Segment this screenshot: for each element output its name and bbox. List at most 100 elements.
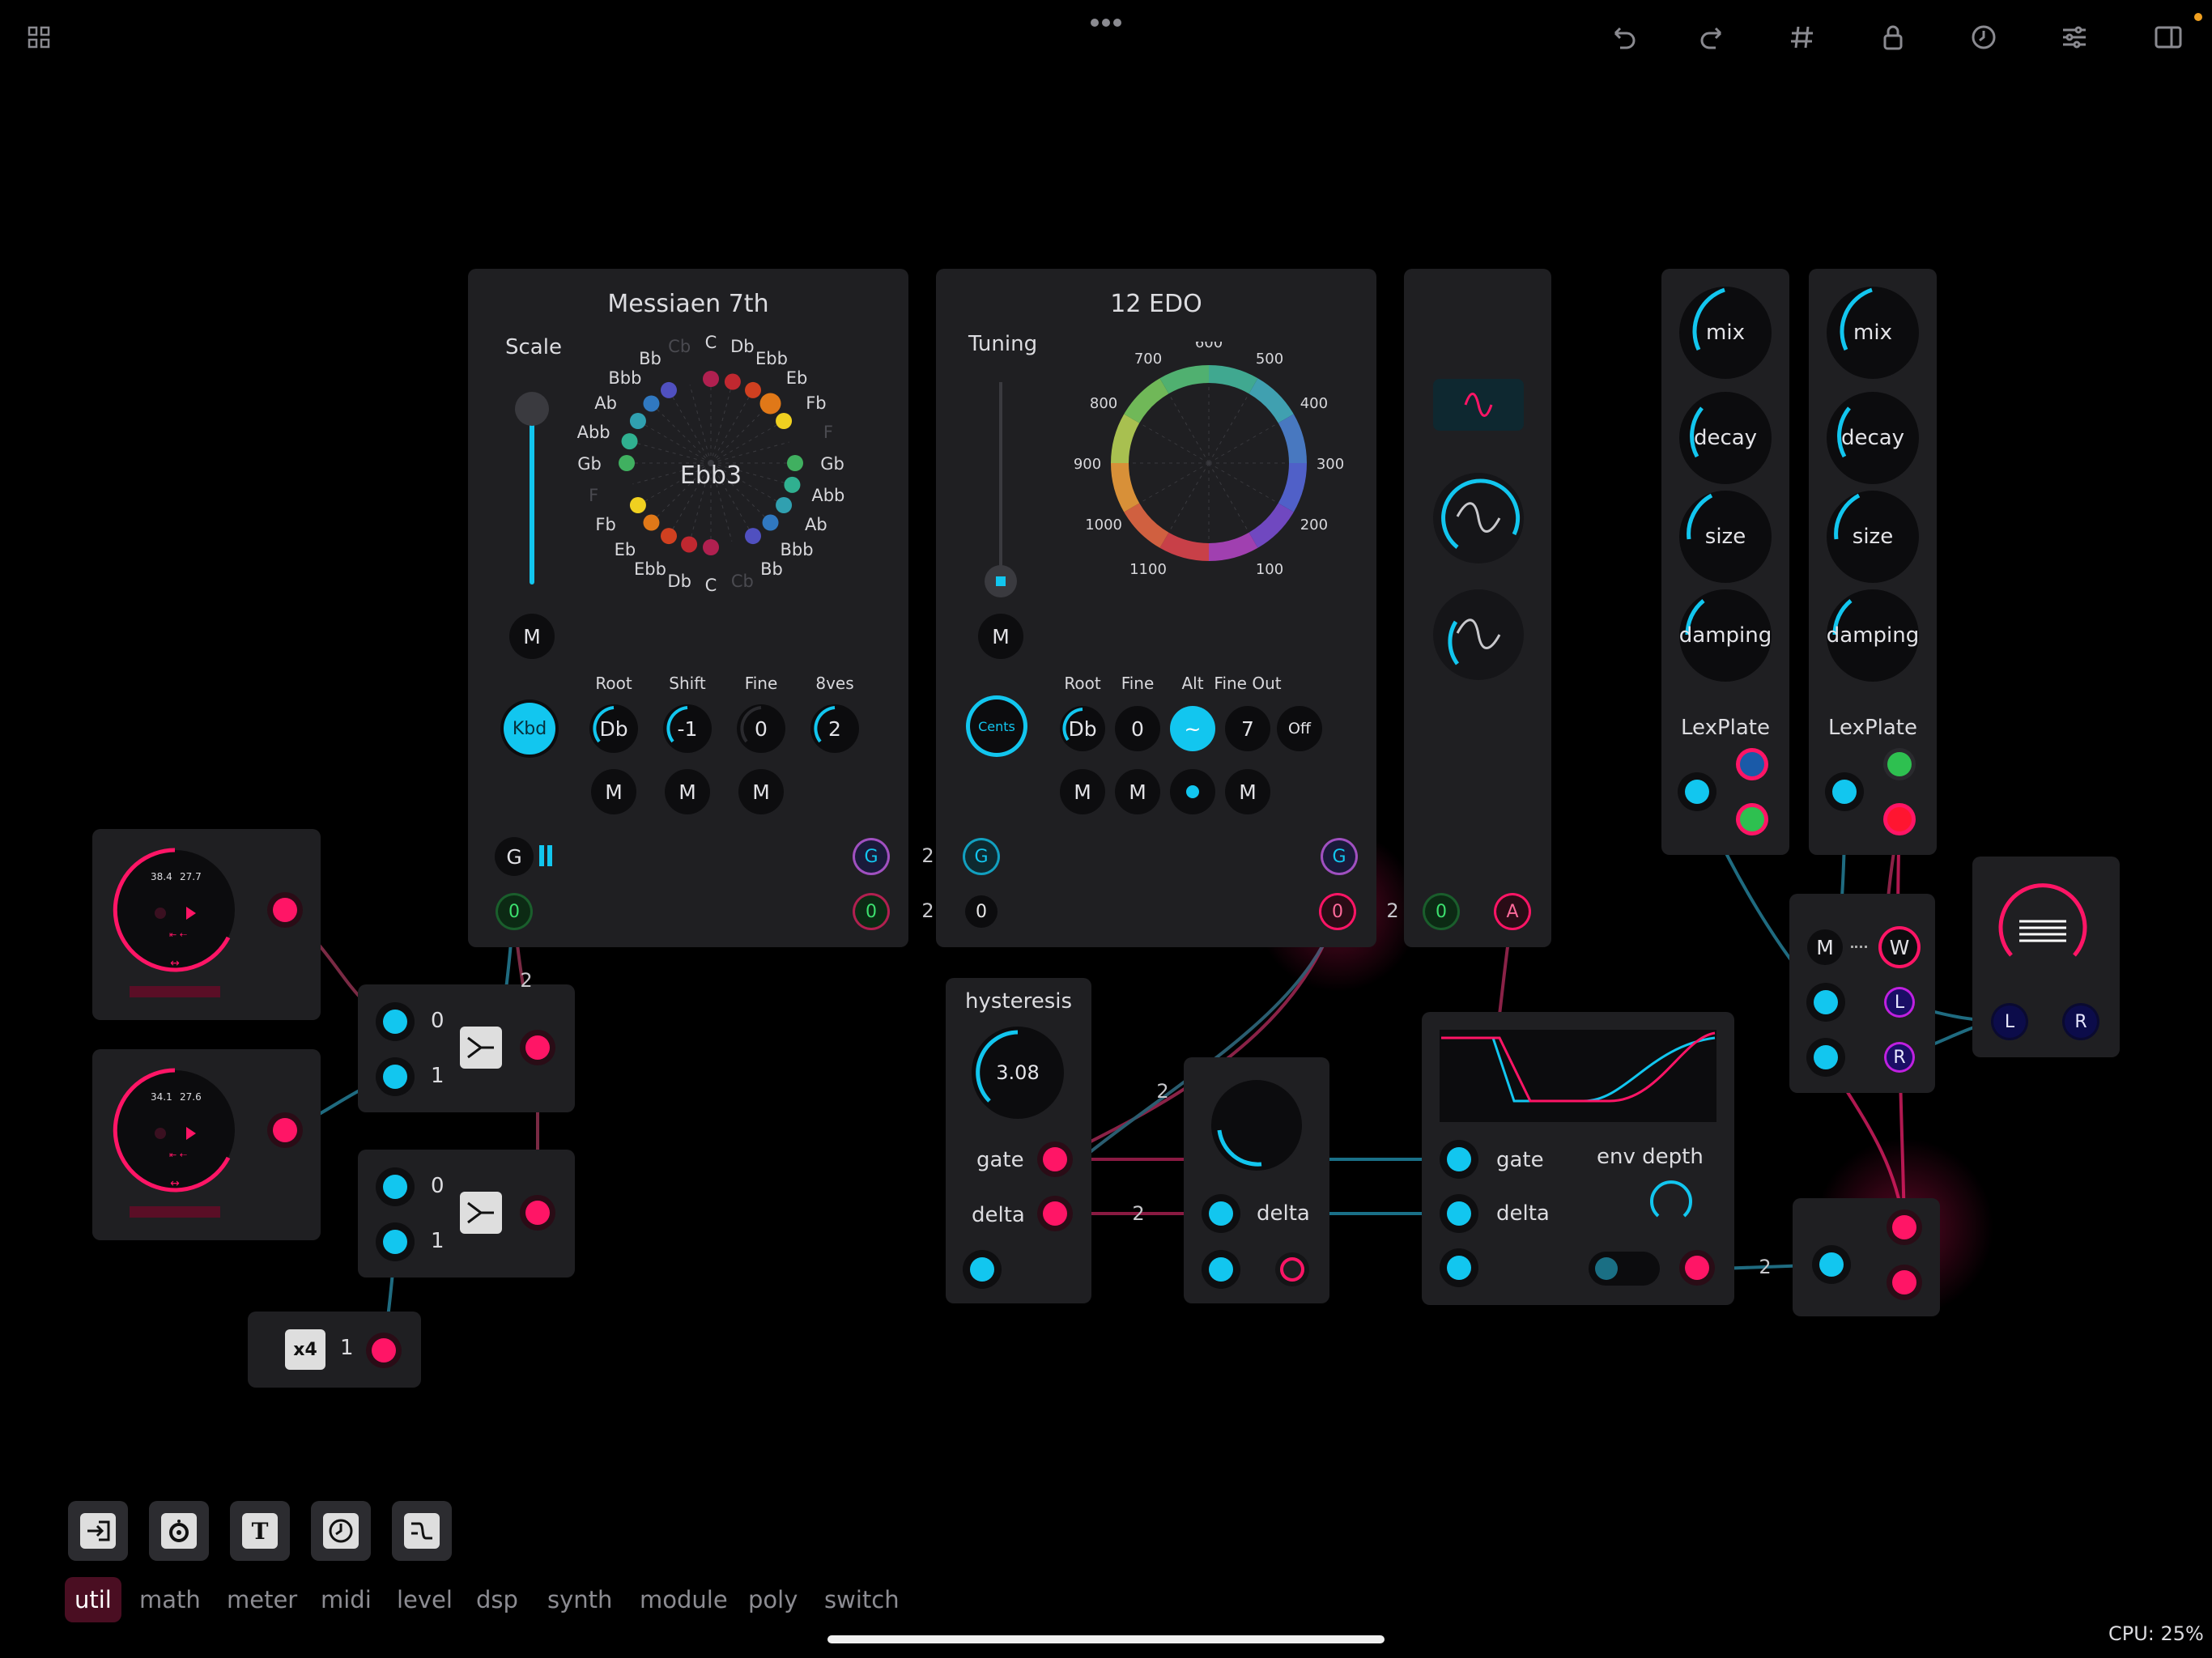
reverb-out-r-port[interactable] [1740, 807, 1764, 831]
reverb-in-port[interactable] [1685, 780, 1709, 804]
scale-module[interactable]: Messiaen 7th Scale M C Db Ebb Eb Fb F Gb Abb Ab B… [468, 269, 908, 947]
freq-knob[interactable] [1433, 473, 1524, 563]
note-dot[interactable] [619, 455, 635, 471]
reverb-out-l-port[interactable] [1887, 752, 1912, 776]
undo-icon[interactable] [1600, 15, 1645, 60]
fine-m-button[interactable]: M [738, 769, 784, 814]
cents-segment[interactable] [1208, 365, 1258, 394]
reverb-in-port[interactable] [1832, 780, 1857, 804]
audio-output-module[interactable]: L R [1972, 857, 2120, 1057]
mixer-m-button[interactable]: M [1807, 929, 1843, 965]
cents-segment[interactable] [1249, 378, 1294, 423]
splitter-module[interactable] [1793, 1198, 1940, 1316]
merge-out-port[interactable] [525, 1201, 550, 1225]
note-dot[interactable] [745, 528, 761, 545]
merge-in1-port[interactable] [383, 1065, 407, 1089]
reverb-out-l-port[interactable] [1740, 752, 1764, 776]
mixer-in2-port[interactable] [1814, 1045, 1838, 1069]
note-dot[interactable] [776, 413, 793, 429]
tool-speaker[interactable] [149, 1501, 209, 1561]
hysteresis-in-port[interactable] [970, 1257, 994, 1282]
note-dot[interactable] [661, 528, 677, 545]
tab-level[interactable]: level [397, 1577, 453, 1622]
player-module-2[interactable]: ⇤ ⇠ ↔ 34.1 27.6 [92, 1049, 321, 1240]
scale-out-node[interactable]: 0 [498, 895, 530, 928]
mixer-in1-port[interactable] [1814, 990, 1838, 1014]
lock-icon[interactable] [1870, 15, 1916, 60]
merge-in0-port[interactable] [383, 1175, 407, 1199]
tool-input[interactable] [68, 1501, 128, 1561]
delta-out-port[interactable] [1280, 1257, 1304, 1282]
reverb-decay-knob[interactable]: decay [1679, 392, 1772, 484]
note-dot[interactable] [776, 497, 793, 513]
tuning-ctrl-knob[interactable]: 0 [1115, 706, 1160, 751]
tuning-fine-m-button[interactable]: M [1115, 769, 1160, 814]
envelope-module[interactable]: gate delta env depth [1422, 1012, 1734, 1305]
note-dot[interactable] [762, 514, 779, 531]
osc-a-out-node[interactable]: A [1496, 895, 1529, 928]
cents-segment[interactable] [1111, 414, 1140, 464]
reverb-size-knob[interactable]: size [1827, 491, 1919, 583]
output-r-port[interactable]: R [2065, 1005, 2097, 1038]
cents-segment[interactable] [1159, 365, 1210, 394]
tuning-ctrl-knob[interactable]: Off [1277, 706, 1322, 751]
env-in-port[interactable] [1447, 1256, 1471, 1280]
scale-slider-thumb[interactable] [515, 392, 549, 426]
scale-g-out-node[interactable]: G [855, 840, 887, 873]
tab-util[interactable]: util [65, 1577, 121, 1622]
tab-synth[interactable]: synth [547, 1577, 612, 1622]
note-dot[interactable] [643, 514, 660, 531]
reverb-module-2[interactable]: mix decay size damping LexPlate [1809, 269, 1937, 855]
player-out-port[interactable] [273, 898, 297, 922]
kbd-button[interactable]: Kbd [504, 703, 555, 755]
mixer-w-button[interactable]: W [1882, 929, 1917, 965]
merge-out-port[interactable] [525, 1035, 550, 1060]
g-button[interactable]: G [495, 837, 534, 876]
clock-icon[interactable] [1961, 15, 2006, 60]
tuning-fineout-m-button[interactable]: M [1225, 769, 1270, 814]
reverb-damping-knob[interactable]: damping [1679, 589, 1772, 682]
cents-segment[interactable] [1124, 503, 1169, 548]
player-dial[interactable]: ⇤ ⇠ ↔ [110, 845, 240, 975]
output-l-port[interactable]: L [1993, 1005, 2026, 1038]
note-dot[interactable] [643, 395, 660, 412]
cents-segment[interactable] [1278, 414, 1307, 464]
tuning-ctrl-knob[interactable]: ~ [1170, 706, 1215, 751]
reverb-mix-knob[interactable]: mix [1679, 287, 1772, 379]
scale-ctrl-knob[interactable]: Db [589, 704, 638, 753]
scale-ctrl-knob[interactable]: 0 [737, 704, 785, 753]
osc-0-in-node[interactable]: 0 [1425, 895, 1457, 928]
mixer-l-out[interactable]: L [1887, 989, 1912, 1015]
tab-midi[interactable]: midi [321, 1577, 372, 1622]
multiplier-out-port[interactable] [372, 1338, 396, 1363]
tab-math[interactable]: math [139, 1577, 201, 1622]
shift-m-button[interactable]: M [665, 769, 710, 814]
player-dial[interactable]: ⇤ ⇠ ↔ [110, 1065, 240, 1195]
mixer-r-out[interactable]: R [1887, 1044, 1912, 1070]
note-dot[interactable] [703, 539, 719, 555]
tab-meter[interactable]: meter [227, 1577, 297, 1622]
note-dot[interactable] [745, 381, 761, 398]
tuning-0-out-node[interactable]: 0 [1321, 895, 1354, 928]
tab-module[interactable]: module [640, 1577, 728, 1622]
tab-switch[interactable]: switch [824, 1577, 900, 1622]
merge-module-1[interactable]: 0 1 [358, 984, 575, 1112]
cents-segment[interactable] [1111, 462, 1140, 512]
shape-knob[interactable] [1433, 589, 1524, 680]
cents-segment[interactable] [1124, 378, 1169, 423]
merge-module-2[interactable]: 0 1 [358, 1150, 575, 1278]
hysteresis-module[interactable]: hysteresis 3.08 gate delta [946, 978, 1091, 1303]
cents-segment[interactable] [1249, 503, 1294, 548]
tool-text[interactable]: T [230, 1501, 290, 1561]
scale-ctrl-knob[interactable]: -1 [663, 704, 712, 753]
tuning-root-m-button[interactable]: M [1060, 769, 1105, 814]
note-dot[interactable] [784, 476, 801, 493]
scale-ctrl-knob[interactable]: 2 [810, 704, 859, 753]
reverb-out-r-port[interactable] [1887, 807, 1912, 831]
player-out-port[interactable] [273, 1118, 297, 1142]
tuning-g-out-node[interactable]: G [1323, 840, 1355, 873]
tuning-m-button[interactable]: M [978, 614, 1023, 659]
reverb-mix-knob[interactable]: mix [1827, 287, 1919, 379]
delta-knob[interactable] [1211, 1080, 1302, 1171]
sidebar-icon[interactable] [2146, 15, 2191, 60]
